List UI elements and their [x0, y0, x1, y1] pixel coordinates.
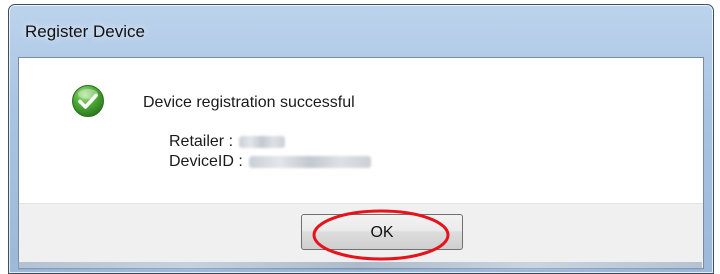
register-device-dialog: Register Device Device registration succ… [8, 4, 714, 274]
success-check-icon [71, 84, 105, 118]
ok-button[interactable]: OK [301, 214, 463, 250]
dialog-title: Register Device [25, 22, 145, 41]
device-id-label: DeviceID : [169, 153, 243, 170]
device-id-row: DeviceID : [169, 152, 371, 172]
title-bar[interactable]: Register Device [9, 5, 713, 57]
retailer-value-redacted [239, 136, 286, 148]
retailer-row: Retailer : [169, 132, 371, 152]
dialog-client-area: Device registration successful Retailer … [18, 57, 704, 269]
retailer-label: Retailer : [169, 133, 234, 150]
device-id-value-redacted [248, 156, 371, 168]
ok-button-label: OK [370, 224, 394, 241]
device-details: Retailer : DeviceID : [169, 132, 371, 172]
background-taskbar-strip [18, 262, 702, 270]
success-message: Device registration successful [143, 94, 355, 111]
dialog-content: Device registration successful Retailer … [19, 58, 703, 203]
